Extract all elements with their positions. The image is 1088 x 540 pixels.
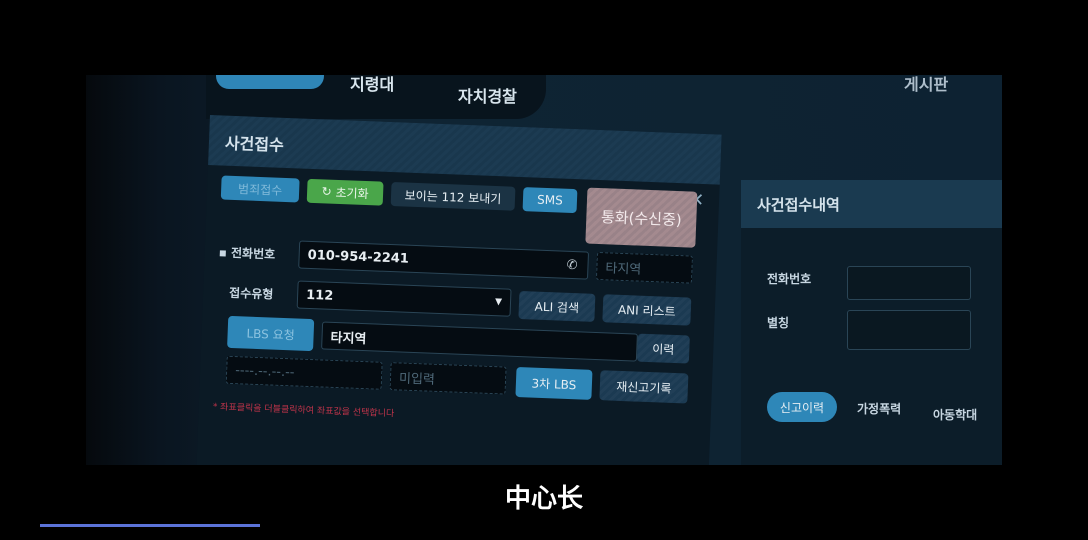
rereport-record-button[interactable]: 재신고기록 (599, 370, 689, 404)
ani-list-button[interactable]: ANI 리스트 (602, 294, 692, 326)
reset-button[interactable]: ↻ 초기화 (306, 178, 384, 206)
note-text: * 좌표클릭을 더블클릭하여 좌표값을 선택합니다 (212, 402, 395, 420)
phone-input[interactable]: 010-954-2241 ✆ (298, 240, 590, 280)
refresh-icon: ↻ (321, 184, 336, 199)
third-lbs-button[interactable]: 3차 LBS (515, 366, 593, 400)
history-button[interactable]: 이력 (636, 333, 690, 364)
tab-domestic-violence[interactable]: 가정폭력 (857, 400, 901, 417)
phone-icon[interactable]: ✆ (566, 257, 577, 272)
video-frame: 지령대 자치경찰 게시판 사건접수 ✕ 범죄접수 ↻ 초기화 보이는 112 보… (86, 75, 1002, 465)
tab-dispatch[interactable]: 지령대 (350, 75, 394, 95)
uninput-field[interactable]: 미입력 (389, 362, 507, 395)
right-phone-input[interactable] (847, 266, 971, 300)
panel-title: 사건접수 (224, 133, 285, 155)
reset-label: 초기화 (335, 185, 369, 201)
subtitle: 中心长 (504, 484, 583, 514)
tab-child-abuse[interactable]: 아동학대 (933, 406, 977, 423)
alias-input[interactable] (847, 310, 971, 350)
call-receiving-button[interactable]: 통화(수신중) (585, 187, 698, 248)
sms-button[interactable]: SMS (522, 187, 578, 214)
receipt-type-select[interactable]: 112 ▼ (296, 280, 512, 317)
visible-112-send-button[interactable]: 보이는 112 보내기 (390, 182, 516, 211)
tab-active[interactable] (216, 75, 324, 89)
incident-history-panel: 사건접수내역 전화번호 별칭 신고이력 가정폭력 아동학대 (741, 180, 1002, 465)
ali-search-button[interactable]: ALI 검색 (518, 291, 596, 322)
video-progress-bar[interactable] (40, 524, 260, 527)
right-panel-title: 사건접수내역 (757, 196, 840, 214)
phone-label: ▪ 전화번호 (218, 245, 276, 262)
tab-board[interactable]: 게시판 (904, 75, 948, 95)
alias-label: 별칭 (767, 316, 790, 330)
tab-report-history[interactable]: 신고이력 (767, 392, 837, 422)
tab-autonomous-police[interactable]: 자치경찰 (458, 83, 517, 107)
coordinates-input[interactable]: ----.--.--.-- (225, 355, 383, 390)
region-input[interactable]: 타지역 (595, 251, 693, 284)
right-phone-label: 전화번호 (767, 272, 812, 286)
crime-receipt-button[interactable]: 범죄접수 (220, 175, 300, 203)
lbs-request-button[interactable]: LBS 요청 (227, 315, 315, 352)
caret-down-icon: ▼ (494, 297, 503, 308)
receipt-type-label: 접수유형 (228, 285, 274, 302)
panel-header (208, 115, 722, 185)
incident-receipt-panel: 사건접수 ✕ 범죄접수 ↻ 초기화 보이는 112 보내기 SMS 통화(수신중… (196, 115, 722, 465)
location-input[interactable]: 타지역 (321, 321, 638, 362)
